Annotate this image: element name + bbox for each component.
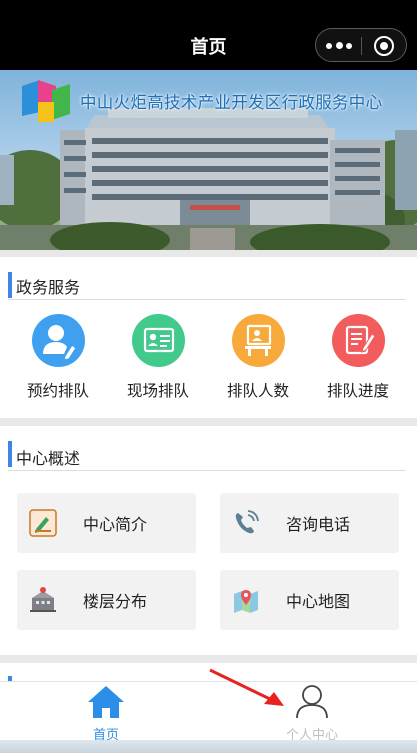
section-separator: [0, 418, 417, 426]
card-label: 中心地图: [286, 592, 351, 611]
section-separator: [0, 655, 417, 663]
notepad-pen-icon: [331, 314, 385, 367]
banner-title: 中山火炬高技术产业开发区行政服务中心: [80, 93, 383, 112]
system-bottom-strip: [0, 740, 417, 753]
phone-icon: [235, 510, 259, 534]
overview-heading: 中心概述: [16, 449, 81, 468]
more-options-icon[interactable]: [326, 38, 352, 54]
card-label: 楼层分布: [83, 592, 148, 611]
card-floor-layout[interactable]: 楼层分布: [17, 570, 196, 630]
card-center-intro[interactable]: 中心简介: [17, 493, 196, 553]
annotation-arrow-icon: [209, 668, 284, 706]
service-label: 排队进度: [326, 382, 389, 400]
services-header: 政务服务: [8, 260, 406, 300]
id-card-icon: [131, 314, 185, 367]
navigation-bar: 首页: [0, 0, 417, 70]
person-icon: [296, 685, 328, 719]
section-accent-bar: [8, 441, 12, 467]
capsule-divider: [361, 37, 362, 55]
document-pen-icon: [29, 509, 57, 537]
section-accent-bar: [8, 272, 12, 298]
banner-image: 中山火炬高技术产业开发区行政服务中心: [0, 70, 417, 250]
card-consult-phone[interactable]: 咨询电话: [220, 493, 399, 553]
service-center-logo: [22, 80, 70, 122]
section-separator: [0, 250, 417, 257]
home-icon: [88, 686, 124, 718]
user-edit-icon: [31, 314, 85, 367]
mini-program-capsule: [315, 28, 407, 62]
service-label: 预约排队: [26, 382, 89, 400]
service-label: 现场排队: [126, 382, 189, 400]
service-queue-count[interactable]: 排队人数: [206, 314, 310, 401]
presenter-icon: [231, 314, 285, 367]
service-appointment-queue[interactable]: 预约排队: [6, 314, 110, 401]
map-icon: [234, 590, 258, 613]
overview-header: 中心概述: [8, 431, 406, 471]
close-program-icon[interactable]: [374, 36, 394, 56]
card-label: 中心简介: [83, 515, 148, 534]
service-queue-progress[interactable]: 排队进度: [306, 314, 410, 401]
services-heading: 政务服务: [16, 278, 81, 297]
service-label: 排队人数: [226, 382, 289, 400]
card-label: 咨询电话: [286, 515, 351, 534]
card-center-map[interactable]: 中心地图: [220, 570, 399, 630]
service-onsite-queue[interactable]: 现场排队: [106, 314, 210, 401]
building-icon: [30, 587, 56, 612]
